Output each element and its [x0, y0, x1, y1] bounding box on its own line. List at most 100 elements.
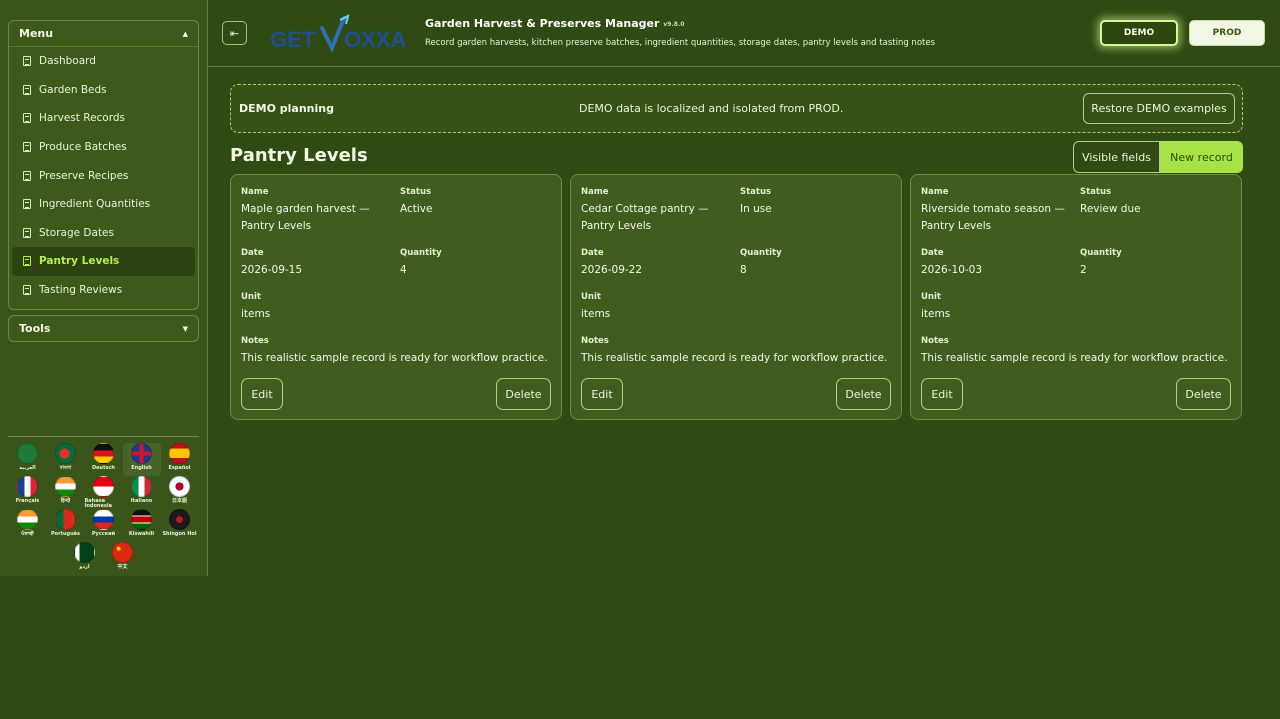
record-card: Name Riverside tomato season — Pantry Le… [910, 174, 1242, 420]
record-unit: items [581, 308, 611, 320]
flag-germany-icon [93, 443, 114, 464]
flag-india-icon [17, 509, 38, 530]
language-indonesian[interactable]: Bahasa Indonesia [85, 476, 123, 509]
language-italian[interactable]: Italiano [123, 476, 161, 509]
unit-label: Unit [921, 292, 941, 302]
language-spanish[interactable]: Español [161, 443, 199, 476]
prod-env-button[interactable]: PROD [1189, 20, 1265, 46]
language-german[interactable]: Deutsch [85, 443, 123, 476]
document-icon [23, 56, 31, 67]
delete-button[interactable]: Delete [836, 378, 891, 410]
language-label: Shingon Hol [162, 531, 197, 537]
record-notes: This realistic sample record is ready fo… [921, 352, 1228, 364]
language-japanese[interactable]: 日本語 [161, 476, 199, 509]
tools-title: Tools [19, 322, 51, 335]
language-swahili[interactable]: Kiswahili [123, 509, 161, 542]
language-label: Español [168, 465, 191, 471]
flag-emblem-icon [169, 509, 190, 530]
demo-env-button[interactable]: DEMO [1100, 20, 1178, 46]
delete-button[interactable]: Delete [496, 378, 551, 410]
date-label: Date [581, 248, 604, 258]
collapse-sidebar-button[interactable]: ⇤ [222, 21, 247, 45]
language-punjabi[interactable]: ਪੰਜਾਬੀ [9, 509, 47, 542]
document-icon [23, 256, 31, 267]
sidebar-item-label: Ingredient Quantities [39, 198, 151, 211]
language-label: Русский [91, 531, 116, 537]
document-icon [23, 142, 31, 153]
record-unit: items [241, 308, 271, 320]
sidebar-item-garden-beds[interactable]: Garden Beds [12, 76, 195, 105]
language-russian[interactable]: Русский [85, 509, 123, 542]
language-label: ਪੰਜਾਬੀ [21, 531, 34, 537]
sidebar-item-harvest-records[interactable]: Harvest Records [12, 104, 195, 133]
name-label: Name [241, 187, 269, 197]
chevron-down-icon: ▼ [182, 324, 188, 333]
edit-button[interactable]: Edit [921, 378, 963, 410]
language-bengali[interactable]: বাংলা [47, 443, 85, 476]
sidebar-item-storage-dates[interactable]: Storage Dates [12, 219, 195, 248]
language-arabic[interactable]: العربية [9, 443, 47, 476]
sidebar-item-label: Pantry Levels [39, 255, 120, 268]
quantity-label: Quantity [740, 248, 782, 258]
menu-toggle[interactable]: Menu ▲ [9, 21, 198, 47]
sidebar-item-tasting-reviews[interactable]: Tasting Reviews [12, 276, 195, 305]
sidebar-item-label: Storage Dates [39, 226, 114, 239]
edit-button[interactable]: Edit [241, 378, 283, 410]
document-icon [23, 170, 31, 181]
flag-spain-icon [169, 443, 190, 464]
record-quantity: 2 [1080, 264, 1087, 276]
language-french[interactable]: Français [9, 476, 47, 509]
record-name: Cedar Cottage pantry — Pantry Levels [581, 203, 709, 232]
flag-kenya-icon [131, 509, 152, 530]
record-name: Maple garden harvest — Pantry Levels [241, 203, 370, 232]
tools-panel[interactable]: Tools ▼ [8, 315, 199, 342]
app-header: ⇤ GET OXXA Garden Harvest & Preserves Ma… [208, 0, 1280, 67]
visible-fields-button[interactable]: Visible fields [1073, 141, 1160, 173]
language-hindi[interactable]: हिन्दी [47, 476, 85, 509]
flag-japan-icon [169, 476, 190, 497]
tools-toggle[interactable]: Tools ▼ [9, 316, 198, 341]
sidebar-item-preserve-recipes[interactable]: Preserve Recipes [12, 161, 195, 190]
language-chinese[interactable]: 中文 [104, 542, 142, 575]
sidebar-item-label: Dashboard [39, 55, 96, 68]
language-label: 中文 [117, 564, 128, 570]
record-date: 2026-10-03 [921, 264, 983, 276]
record-notes: This realistic sample record is ready fo… [241, 352, 548, 364]
quantity-label: Quantity [400, 248, 442, 258]
sidebar-item-dashboard[interactable]: Dashboard [12, 47, 195, 76]
sidebar-item-pantry-levels[interactable]: Pantry Levels [12, 247, 195, 276]
flag-portugal-icon [55, 509, 76, 530]
sidebar-item-produce-batches[interactable]: Produce Batches [12, 133, 195, 162]
language-english[interactable]: English [122, 443, 161, 476]
sidebar-item-label: Produce Batches [39, 141, 127, 154]
language-label: اردو [79, 564, 90, 570]
delete-button[interactable]: Delete [1176, 378, 1231, 410]
flag-france-icon [17, 476, 38, 497]
sidebar-item-ingredient-quantities[interactable]: Ingredient Quantities [12, 190, 195, 219]
language-label: العربية [19, 465, 36, 471]
restore-demo-button[interactable]: Restore DEMO examples [1083, 93, 1235, 124]
record-notes: This realistic sample record is ready fo… [581, 352, 888, 364]
flag-italy-icon [131, 476, 152, 497]
record-status: Active [400, 203, 433, 215]
record-date: 2026-09-15 [241, 264, 303, 276]
language-label: Deutsch [92, 465, 115, 471]
menu-title: Menu [19, 27, 54, 40]
sidebar-item-label: Tasting Reviews [39, 284, 123, 297]
notes-label: Notes [921, 336, 949, 346]
quantity-label: Quantity [1080, 248, 1122, 258]
edit-button[interactable]: Edit [581, 378, 623, 410]
status-label: Status [740, 187, 772, 197]
unit-label: Unit [581, 292, 601, 302]
language-portuguese[interactable]: Português [47, 509, 85, 542]
demo-banner: DEMO planning DEMO data is localized and… [230, 84, 1243, 133]
language-label: Kiswahili [128, 531, 155, 537]
new-record-button[interactable]: New record [1160, 141, 1243, 173]
language-label: Português [50, 531, 81, 537]
language-shingon[interactable]: Shingon Hol [161, 509, 199, 542]
language-urdu[interactable]: اردو [66, 542, 104, 575]
logo-text-oxxa: OXXA [344, 27, 406, 52]
page-title: Pantry Levels [230, 145, 368, 166]
banner-title: DEMO planning [239, 102, 334, 115]
banner-message: DEMO data is localized and isolated from… [579, 102, 844, 115]
